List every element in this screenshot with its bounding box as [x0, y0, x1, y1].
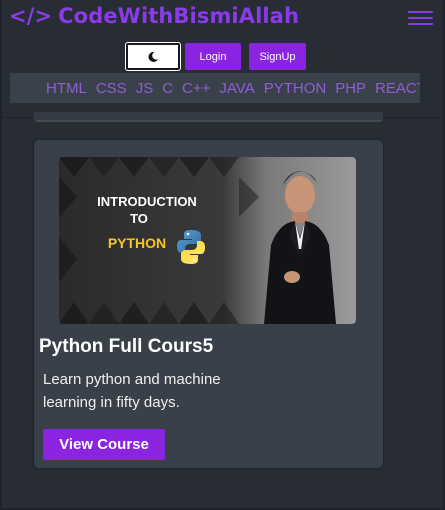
language-nav-bar: HTML CSS JS C C++ JAVA PYTHON PHP REACT … — [10, 73, 420, 103]
login-button[interactable]: Login — [185, 43, 241, 70]
course-card: INTRODUCTION TO PYTHON Python Full Cours… — [34, 140, 383, 468]
nav-item-cpp[interactable]: C++ — [182, 80, 210, 97]
nav-item-python[interactable]: PYTHON — [264, 80, 327, 97]
crescent-moon-icon — [148, 51, 158, 62]
nav-item-html[interactable]: HTML — [46, 80, 87, 97]
toolbar: Login SignUp — [0, 43, 445, 70]
svg-text:PYTHON: PYTHON — [108, 235, 166, 251]
course-title: Python Full Cours5 — [39, 336, 214, 357]
nav-item-react-js[interactable]: REACT JS — [375, 80, 420, 97]
previous-card-edge — [34, 112, 383, 122]
nav-item-c[interactable]: C — [162, 80, 173, 97]
course-description: Learn python and machine learning in fif… — [43, 371, 221, 411]
nav-item-java[interactable]: JAVA — [219, 80, 254, 97]
svg-text:INTRODUCTION: INTRODUCTION — [97, 194, 197, 209]
theme-toggle-button[interactable] — [126, 43, 180, 70]
signup-button[interactable]: SignUp — [249, 43, 306, 70]
nav-item-js[interactable]: JS — [136, 80, 154, 97]
thumbnail-artwork: INTRODUCTION TO PYTHON — [59, 157, 356, 324]
code-brackets-icon: </> — [9, 4, 53, 28]
site-logo[interactable]: </> CodeWithBismiAllah — [9, 4, 299, 28]
brand-name: CodeWithBismiAllah — [58, 4, 299, 28]
nav-item-php[interactable]: PHP — [335, 80, 366, 97]
svg-text:TO: TO — [130, 211, 148, 226]
course-thumbnail[interactable]: INTRODUCTION TO PYTHON — [59, 157, 356, 324]
nav-item-css[interactable]: CSS — [96, 80, 127, 97]
view-course-button[interactable]: View Course — [43, 429, 165, 460]
hamburger-menu-icon[interactable] — [408, 11, 433, 27]
